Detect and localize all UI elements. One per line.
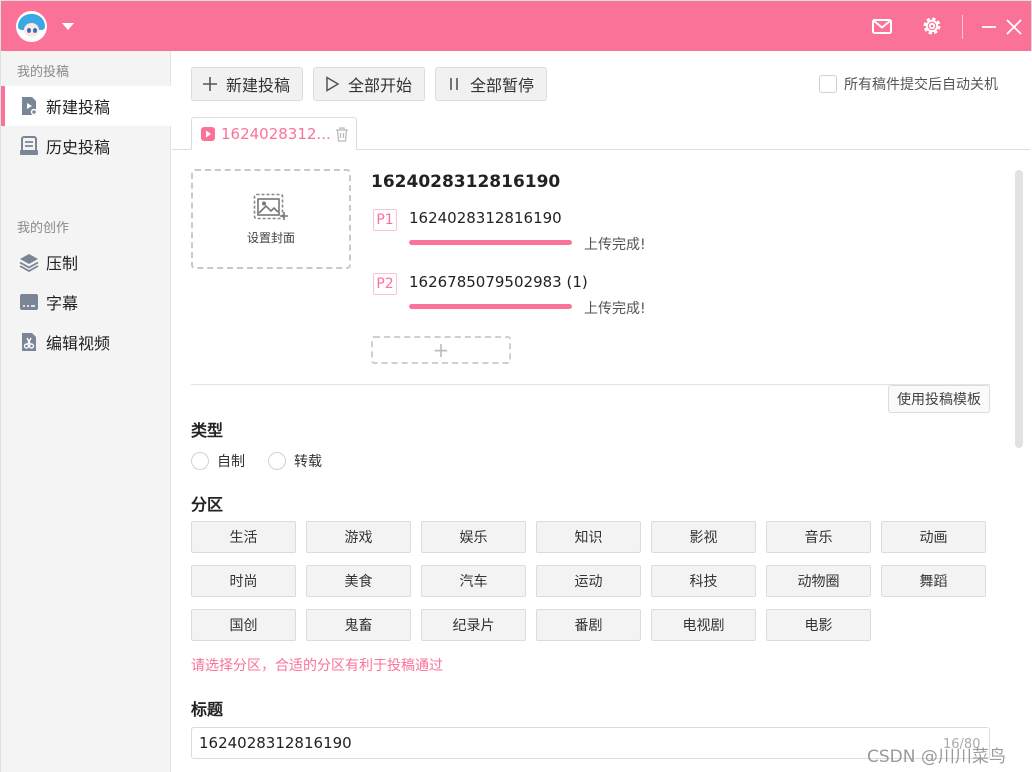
titlebar-divider — [962, 15, 963, 39]
close-icon[interactable] — [1003, 16, 1025, 38]
sidebar-group-my-creations: 我的创作 — [17, 221, 70, 236]
radio-label: 自制 — [217, 454, 245, 470]
section-divider — [191, 384, 990, 385]
type-option-repost[interactable]: 转载 — [268, 451, 322, 471]
pause-all-label: 全部暂停 — [470, 76, 535, 95]
part-name[interactable]: 1626785079502983 (1) — [409, 273, 588, 291]
zone-button[interactable]: 电视剧 — [651, 609, 756, 641]
radio-label: 转载 — [294, 454, 322, 470]
zone-button[interactable]: 娱乐 — [421, 521, 526, 553]
sidebar-item-history[interactable]: 历史投稿 — [1, 126, 171, 166]
sidebar-item-subtitle[interactable]: 字幕 — [1, 282, 171, 322]
user-avatar[interactable] — [16, 11, 47, 42]
delete-icon[interactable] — [335, 127, 349, 142]
upload-file-tab[interactable]: 1624028312... — [191, 117, 357, 150]
zone-hint: 请选择分区，合适的分区有利于投稿通过 — [191, 658, 443, 674]
scrollbar[interactable] — [1015, 170, 1023, 448]
start-all-label: 全部开始 — [348, 76, 413, 95]
zone-button[interactable]: 生活 — [191, 521, 296, 553]
use-template-button[interactable]: 使用投稿模板 — [888, 385, 990, 413]
part-tag: P2 — [373, 273, 397, 295]
auto-shutdown-label: 所有稿件提交后自动关机 — [844, 77, 998, 93]
auto-shutdown-checkbox[interactable] — [819, 75, 837, 93]
sidebar-item-new-post[interactable]: 新建投稿 — [1, 86, 171, 126]
new-post-button[interactable]: 新建投稿 — [191, 67, 303, 101]
auto-shutdown-option[interactable]: 所有稿件提交后自动关机 — [819, 74, 998, 94]
type-section-label: 类型 — [191, 421, 224, 440]
zone-section-label: 分区 — [191, 495, 224, 514]
part-name[interactable]: 1624028312816190 — [409, 209, 562, 227]
video-file-icon — [201, 126, 215, 141]
new-post-icon — [22, 97, 38, 116]
type-option-original[interactable]: 自制 — [191, 451, 245, 471]
part-progress-bar — [409, 304, 572, 309]
sidebar-item-label: 新建投稿 — [46, 98, 111, 117]
title-section-label: 标题 — [191, 700, 224, 719]
part-progress-bar — [409, 240, 572, 245]
radio-button[interactable] — [268, 452, 286, 470]
zone-button[interactable]: 美食 — [306, 565, 411, 597]
pause-icon — [450, 78, 458, 90]
settings-gear-icon[interactable] — [921, 15, 943, 37]
pause-all-button[interactable]: 全部暂停 — [435, 67, 547, 101]
part-progress-fill — [409, 304, 572, 309]
part-progress-fill — [409, 240, 572, 245]
video-title: 1624028312816190 — [371, 172, 561, 192]
sidebar-item-edit-video[interactable]: 编辑视频 — [1, 322, 171, 362]
zone-button[interactable]: 国创 — [191, 609, 296, 641]
edit-video-icon — [22, 333, 36, 351]
plus-icon — [203, 77, 217, 91]
set-cover-button[interactable]: 设置封面 — [191, 169, 351, 269]
file-tab-label: 1624028312... — [221, 124, 331, 143]
zone-button[interactable]: 动画 — [881, 521, 986, 553]
subtitle-icon — [20, 294, 38, 310]
play-icon — [326, 76, 340, 92]
cover-label: 设置封面 — [246, 230, 295, 245]
zone-button[interactable]: 时尚 — [191, 565, 296, 597]
zone-button[interactable]: 纪录片 — [421, 609, 526, 641]
add-part-button[interactable]: + — [371, 336, 511, 364]
minimize-icon[interactable] — [978, 16, 1000, 38]
sidebar-item-compress[interactable]: 压制 — [1, 242, 171, 282]
zone-button[interactable]: 科技 — [651, 565, 756, 597]
zone-button[interactable]: 舞蹈 — [881, 565, 986, 597]
title-bar — [0, 0, 1032, 51]
sidebar-item-label: 字幕 — [46, 294, 79, 313]
zone-button[interactable]: 音乐 — [766, 521, 871, 553]
new-post-label: 新建投稿 — [226, 76, 291, 95]
radio-button[interactable] — [191, 452, 209, 470]
zone-button[interactable]: 汽车 — [421, 565, 526, 597]
watermark: CSDN @川川菜鸟 — [867, 747, 1006, 767]
zone-button[interactable]: 鬼畜 — [306, 609, 411, 641]
part-status: 上传完成! — [584, 237, 646, 253]
layers-icon — [19, 254, 39, 272]
sidebar: 我的投稿 新建投稿 历史投稿 我的创作 压制 字幕 编辑视频 — [0, 51, 171, 772]
zone-button[interactable]: 电影 — [766, 609, 871, 641]
sidebar-item-label: 压制 — [46, 254, 79, 273]
zone-button[interactable]: 番剧 — [536, 609, 641, 641]
start-all-button[interactable]: 全部开始 — [313, 67, 425, 101]
account-dropdown-icon[interactable] — [62, 23, 74, 30]
part-status: 上传完成! — [584, 301, 646, 317]
zone-button[interactable]: 影视 — [651, 521, 756, 553]
zone-button[interactable]: 动物圈 — [766, 565, 871, 597]
sidebar-group-my-posts: 我的投稿 — [17, 65, 70, 80]
part-tag: P1 — [373, 209, 397, 231]
sidebar-item-label: 编辑视频 — [46, 334, 111, 353]
sidebar-item-label: 历史投稿 — [46, 138, 111, 157]
mail-icon[interactable] — [871, 15, 893, 37]
image-upload-icon — [253, 193, 288, 220]
zone-button[interactable]: 知识 — [536, 521, 641, 553]
history-icon — [20, 136, 38, 155]
zone-button[interactable]: 运动 — [536, 565, 641, 597]
zone-button[interactable]: 游戏 — [306, 521, 411, 553]
